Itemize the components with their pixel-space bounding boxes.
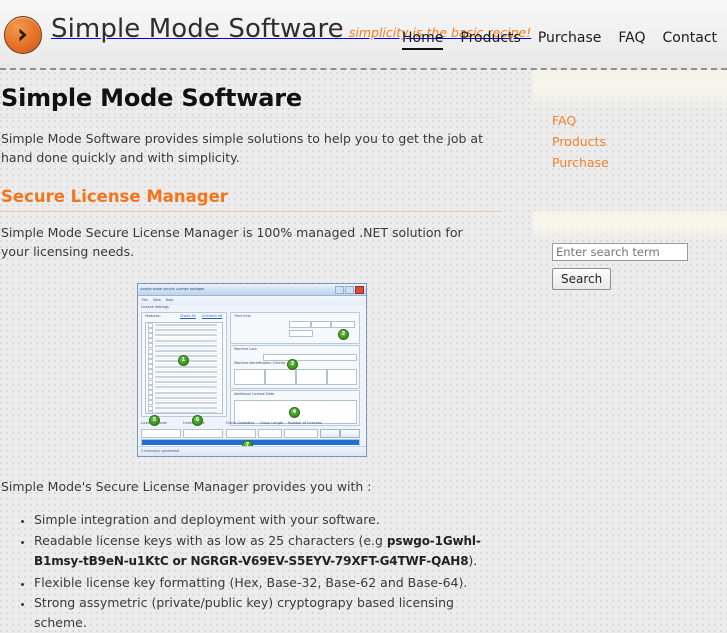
section-paragraph: Simple Mode Secure License Manager is 10… [1,225,463,259]
screenshot-group-separator-input [226,429,256,438]
screenshot-validate-button [340,429,360,438]
screenshot-features-listbox [145,322,223,414]
site-header: Simple Mode Software simplicity is the b… [0,0,727,70]
screenshot-annotation-6: 6 [192,415,203,426]
screenshot-group-length-input [258,429,282,438]
sidebar-link-faq[interactable]: FAQ [552,110,727,131]
screenshot-label-group-length: Group Length [260,421,284,425]
feature-text: Flexible license key formatting (Hex, Ba… [34,574,468,590]
screenshot-license-format-select [141,429,181,438]
search-button[interactable]: Search [552,268,612,290]
screenshot-timelimit-group: Time limit 2 [230,312,360,344]
title-divider [1,117,501,118]
features-list: Simple integration and deployment with y… [1,510,501,632]
brand-name: Simple Mode Software [51,14,344,44]
screenshot-annotation-4: 4 [289,407,300,418]
screenshot-number-of-licenses-input [284,429,318,438]
screenshot-label-machine-lock: Machine Lock [234,347,258,351]
list-item: Simple integration and deployment with y… [34,510,486,530]
list-item: Strong assymetric (private/public key) c… [34,593,486,632]
sidebar-search-panel: Search [533,211,727,290]
close-icon [355,285,364,294]
minimize-icon [335,285,344,294]
feature-text-middle: or [168,554,191,568]
sidebar-panel-cap [533,70,727,110]
header-inner: Simple Mode Software simplicity is the b… [0,0,727,70]
screenshot-menu-view: View [152,297,161,302]
screenshot-machinelock-group: Machine Lock Machine Identification Crit… [230,345,360,389]
screenshot-features-group: Features: Check All UnCheck All 1 [141,312,227,417]
screenshot-label-group-separator: Group Separator [226,421,255,425]
screenshot-titlebar: Simple Mode Secure License Manager [138,284,366,296]
app-screenshot-image: Simple Mode Secure License Manager File … [137,283,367,457]
page-title: Simple Mode Software [1,84,302,112]
nav-item-contact[interactable]: Contact [663,30,717,48]
screenshot-menu-file: File [142,297,148,302]
intro-paragraph: Simple Mode Software provides simple sol… [1,131,483,165]
search-input[interactable] [552,243,688,261]
section-divider [1,211,501,212]
feature-text: Simple integration and deployment with y… [34,512,380,527]
main-navigation: Home Products Purchase FAQ Contact [402,30,717,50]
sidebar-item-faq[interactable]: FAQ [552,110,727,131]
screenshot-body: License Settings Features: Check All UnC… [138,305,366,456]
screenshot-statusbar: 3 license(s) generated [138,446,366,456]
sidebar-nav-list: FAQ Products Purchase [533,110,727,173]
screenshot-window-title: Simple Mode Secure License Manager [140,287,205,291]
list-item: Readable license keys with as low as 25 … [34,531,486,572]
screenshot-annotation-3: 3 [287,359,298,370]
license-key-example-2: NGRGR-V69EV-S5EYV-79XFT-G4TWF-QAH8 [190,554,469,568]
feature-text: Strong assymetric (private/public key) c… [34,595,454,630]
nav-item-products[interactable]: Products [460,30,520,48]
orange-circle-chevron-right-icon [4,16,42,54]
screenshot-annotation-2: 2 [338,329,349,340]
screenshot-window-buttons [335,285,364,294]
sidebar-link-purchase[interactable]: Purchase [552,152,727,173]
maximize-icon [345,285,354,294]
sidebar-link-products[interactable]: Products [552,131,727,152]
screenshot-label-additional-data: Additional License Data [234,392,275,396]
screenshot-menu-help: Help [165,297,174,302]
feature-text-after: ). [468,553,478,568]
sidebar-item-purchase[interactable]: Purchase [552,152,727,173]
screenshot-label-license-settings: License Settings [141,305,169,309]
main-content: Simple Mode Software Simple Mode Softwar… [0,70,501,633]
screenshot-generate-button [320,429,340,438]
sidebar-search-panel-cap [533,211,727,241]
screenshot-license-type-select [183,429,223,438]
screenshot-annotation-5: 5 [149,415,160,426]
screenshot-label-number-of-licenses: Number of Licenses [288,421,322,425]
sidebar-item-products[interactable]: Products [552,131,727,152]
screenshot-link-check-all: Check All [180,314,196,318]
search-area: Search [533,241,727,290]
nav-item-purchase[interactable]: Purchase [538,30,602,48]
sidebar: FAQ Products Purchase Search [533,70,727,290]
nav-item-faq[interactable]: FAQ [618,30,645,48]
screenshot-link-uncheck-all: UnCheck All [202,314,223,318]
features-lead-paragraph: Simple Mode's Secure License Manager pro… [1,479,372,494]
section-heading: Secure License Manager [1,187,228,206]
screenshot-label-time-limit: Time limit [234,314,251,318]
screenshot-annotation-1: 1 [178,355,189,366]
list-item: Flexible license key formatting (Hex, Ba… [34,573,486,593]
screenshot-label-features: Features: [145,314,161,318]
screenshot-label-machine-identification: Machine Identification Criteria [234,361,286,365]
sidebar-nav-panel: FAQ Products Purchase [533,70,727,173]
nav-item-home[interactable]: Home [402,30,444,50]
feature-text: Readable license keys with as low as 25 … [34,532,387,548]
